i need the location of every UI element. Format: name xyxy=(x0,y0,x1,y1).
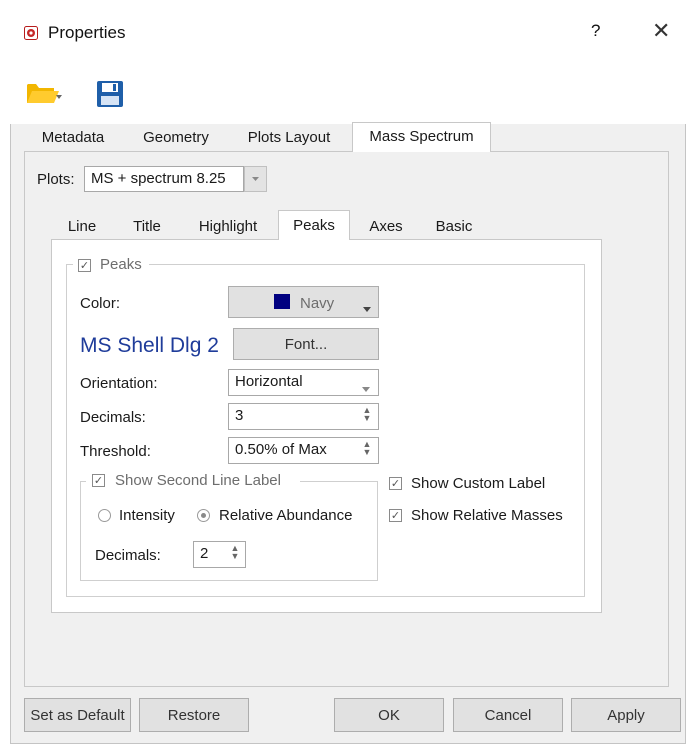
show-second-line-checkbox[interactable]: ✓ xyxy=(92,474,105,487)
intensity-label: Intensity xyxy=(119,507,175,524)
spin-arrows-icon[interactable]: ▲ ▼ xyxy=(361,440,373,457)
color-label: Color: xyxy=(80,295,121,312)
relative-abundance-radio[interactable] xyxy=(197,509,210,522)
peaks-group-label: Peaks xyxy=(100,256,142,273)
plots-combo[interactable]: MS + spectrum 8.25 xyxy=(84,166,244,192)
color-value: Navy xyxy=(300,295,335,312)
peaks-checkbox[interactable]: ✓ xyxy=(78,259,91,272)
cancel-button[interactable]: Cancel xyxy=(453,698,563,732)
tab-title[interactable]: Title xyxy=(124,218,170,240)
tab-basic[interactable]: Basic xyxy=(426,218,482,240)
tab-highlight[interactable]: Highlight xyxy=(192,218,264,240)
chevron-down-icon xyxy=(362,380,370,397)
color-swatch xyxy=(274,294,290,309)
show-second-line-label: Show Second Line Label xyxy=(115,472,281,489)
restore-button[interactable]: Restore xyxy=(139,698,249,732)
tab-metadata[interactable]: Metadata xyxy=(34,126,112,151)
help-button[interactable]: ? xyxy=(591,21,600,41)
close-icon[interactable]: ✕ xyxy=(652,18,670,44)
show-custom-label-checkbox[interactable]: ✓ xyxy=(389,477,402,490)
tab-peaks[interactable]: Peaks xyxy=(278,210,350,240)
orientation-label: Orientation: xyxy=(80,375,158,392)
apply-button[interactable]: Apply xyxy=(571,698,681,732)
show-relative-masses-checkbox[interactable]: ✓ xyxy=(389,509,402,522)
tab-line[interactable]: Line xyxy=(60,218,104,240)
plots-dropdown-button[interactable] xyxy=(244,166,267,192)
window-title: Properties xyxy=(48,23,126,42)
threshold-label: Threshold: xyxy=(80,443,151,460)
relative-abundance-label: Relative Abundance xyxy=(219,507,353,524)
chevron-down-icon xyxy=(252,177,259,181)
set-as-default-button[interactable]: Set as Default xyxy=(24,698,131,732)
folder-open-icon[interactable] xyxy=(26,80,62,106)
chevron-down-icon xyxy=(363,300,371,317)
tab-axes[interactable]: Axes xyxy=(360,218,412,240)
decimals-label: Decimals: xyxy=(80,409,146,426)
second-decimals-label: Decimals: xyxy=(95,547,161,564)
app-icon xyxy=(24,26,38,40)
tab-geometry[interactable]: Geometry xyxy=(132,126,220,151)
tab-mass-spectrum[interactable]: Mass Spectrum xyxy=(352,122,491,152)
tab-plots-layout[interactable]: Plots Layout xyxy=(236,126,342,151)
intensity-radio[interactable] xyxy=(98,509,111,522)
plots-label: Plots: xyxy=(37,171,75,188)
ok-button[interactable]: OK xyxy=(334,698,444,732)
orientation-combo[interactable]: Horizontal xyxy=(228,369,379,396)
threshold-spinbox[interactable]: 0.50% of Max xyxy=(228,437,379,464)
floppy-save-icon[interactable] xyxy=(96,80,124,108)
decimals-spinbox[interactable]: 3 xyxy=(228,403,379,430)
spin-arrows-icon[interactable]: ▲ ▼ xyxy=(229,544,241,561)
show-custom-label: Show Custom Label xyxy=(411,475,546,492)
font-button[interactable]: Font... xyxy=(233,328,379,360)
font-preview-label: MS Shell Dlg 2 xyxy=(80,334,219,357)
spin-arrows-icon[interactable]: ▲ ▼ xyxy=(361,406,373,423)
show-relative-masses: Show Relative Masses xyxy=(411,507,563,524)
